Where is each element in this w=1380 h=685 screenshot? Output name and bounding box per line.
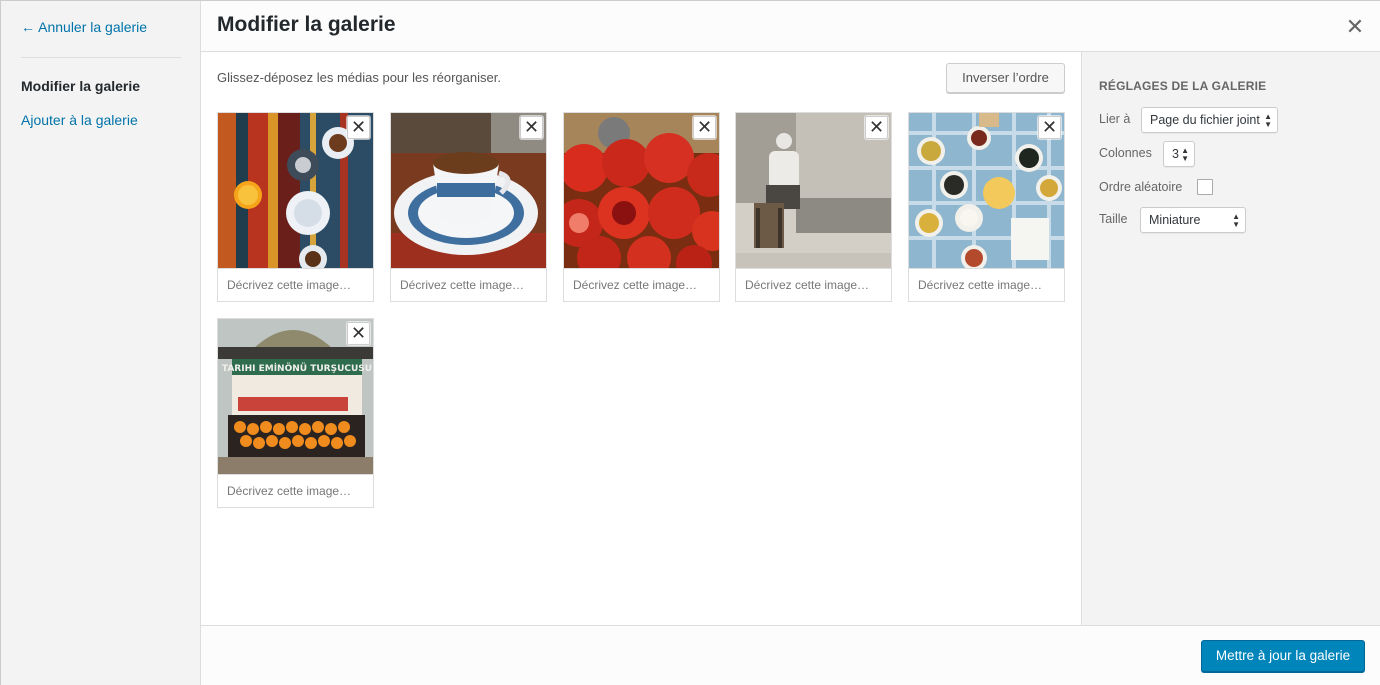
attachment-item[interactable]: ✕ Décrivez cette image… — [390, 112, 547, 302]
remove-attachment-icon[interactable]: ✕ — [347, 322, 370, 345]
caption-field[interactable]: Décrivez cette image… — [908, 269, 1065, 302]
menu-item-add-to-gallery[interactable]: Ajouter à la galerie — [21, 112, 138, 128]
cancel-gallery-link[interactable]: ← Annuler la galerie — [21, 19, 147, 35]
remove-attachment-icon[interactable]: ✕ — [347, 116, 370, 139]
attachment-item[interactable]: ✕ Décrivez cette image… — [563, 112, 720, 302]
modal-toolbar: Mettre à jour la galerie — [201, 625, 1380, 685]
link-to-select[interactable]: Page du fichier joint ▲ ▼ — [1141, 107, 1278, 133]
settings-heading: Réglages de la galerie — [1099, 79, 1267, 93]
columns-label: Colonnes — [1099, 146, 1152, 160]
menu-separator — [21, 57, 181, 58]
random-order-label: Ordre aléatoire — [1099, 180, 1183, 194]
remove-attachment-icon[interactable]: ✕ — [520, 116, 543, 139]
link-to-value: Page du fichier joint — [1150, 113, 1260, 127]
reorder-instructions: Glissez-déposez les médias pour les réor… — [217, 70, 501, 85]
menu-item-edit-gallery[interactable]: Modifier la galerie — [21, 78, 140, 94]
remove-attachment-icon[interactable]: ✕ — [865, 116, 888, 139]
modal-title-bar: Modifier la galerie ✕ — [201, 1, 1380, 52]
attachment-item[interactable]: ✕ Décrivez cette image… — [908, 112, 1065, 302]
caption-field[interactable]: Décrivez cette image… — [217, 269, 374, 302]
attachment-item[interactable]: TARIHI EMİNÖNÜ TURŞUCUSU ✕ Décrivez cett… — [217, 318, 374, 508]
size-label: Taille — [1099, 212, 1128, 226]
media-menu: ← Annuler la galerie Modifier la galerie… — [1, 1, 201, 685]
caption-field[interactable]: Décrivez cette image… — [390, 269, 547, 302]
random-order-checkbox[interactable] — [1197, 179, 1213, 195]
caption-field[interactable]: Décrivez cette image… — [735, 269, 892, 302]
select-arrows-icon: ▲ ▼ — [1264, 112, 1272, 129]
select-arrows-icon: ▲ ▼ — [1232, 212, 1240, 229]
update-gallery-button[interactable]: Mettre à jour la galerie — [1201, 640, 1365, 672]
link-to-label: Lier à — [1099, 112, 1131, 126]
gallery-modal: ← Annuler la galerie Modifier la galerie… — [0, 0, 1380, 685]
size-select[interactable]: Miniature ▲ ▼ — [1140, 207, 1246, 233]
attachment-item[interactable]: ✕ Décrivez cette image… — [735, 112, 892, 302]
attachment-item[interactable]: ✕ Décrivez cette image… — [217, 112, 374, 302]
caption-field[interactable]: Décrivez cette image… — [563, 269, 720, 302]
remove-attachment-icon[interactable]: ✕ — [693, 116, 716, 139]
columns-select[interactable]: 3 ▲ ▼ — [1163, 141, 1195, 167]
remove-attachment-icon[interactable]: ✕ — [1038, 116, 1061, 139]
reverse-order-button[interactable]: Inverser l’ordre — [946, 63, 1065, 93]
select-arrows-icon: ▲ ▼ — [1181, 146, 1189, 163]
page-title: Modifier la galerie — [217, 13, 396, 36]
attachments-browser: Glissez-déposez les médias pour les réor… — [201, 52, 1081, 625]
caption-field[interactable]: Décrivez cette image… — [217, 475, 374, 508]
gallery-settings-sidebar: Réglages de la galerie Lier à Page du fi… — [1081, 52, 1380, 625]
close-icon[interactable]: ✕ — [1341, 13, 1369, 41]
columns-value: 3 — [1172, 147, 1179, 161]
stand-sign-text: TARIHI EMİNÖNÜ TURŞUCUSU — [222, 363, 372, 374]
size-value: Miniature — [1149, 213, 1201, 227]
